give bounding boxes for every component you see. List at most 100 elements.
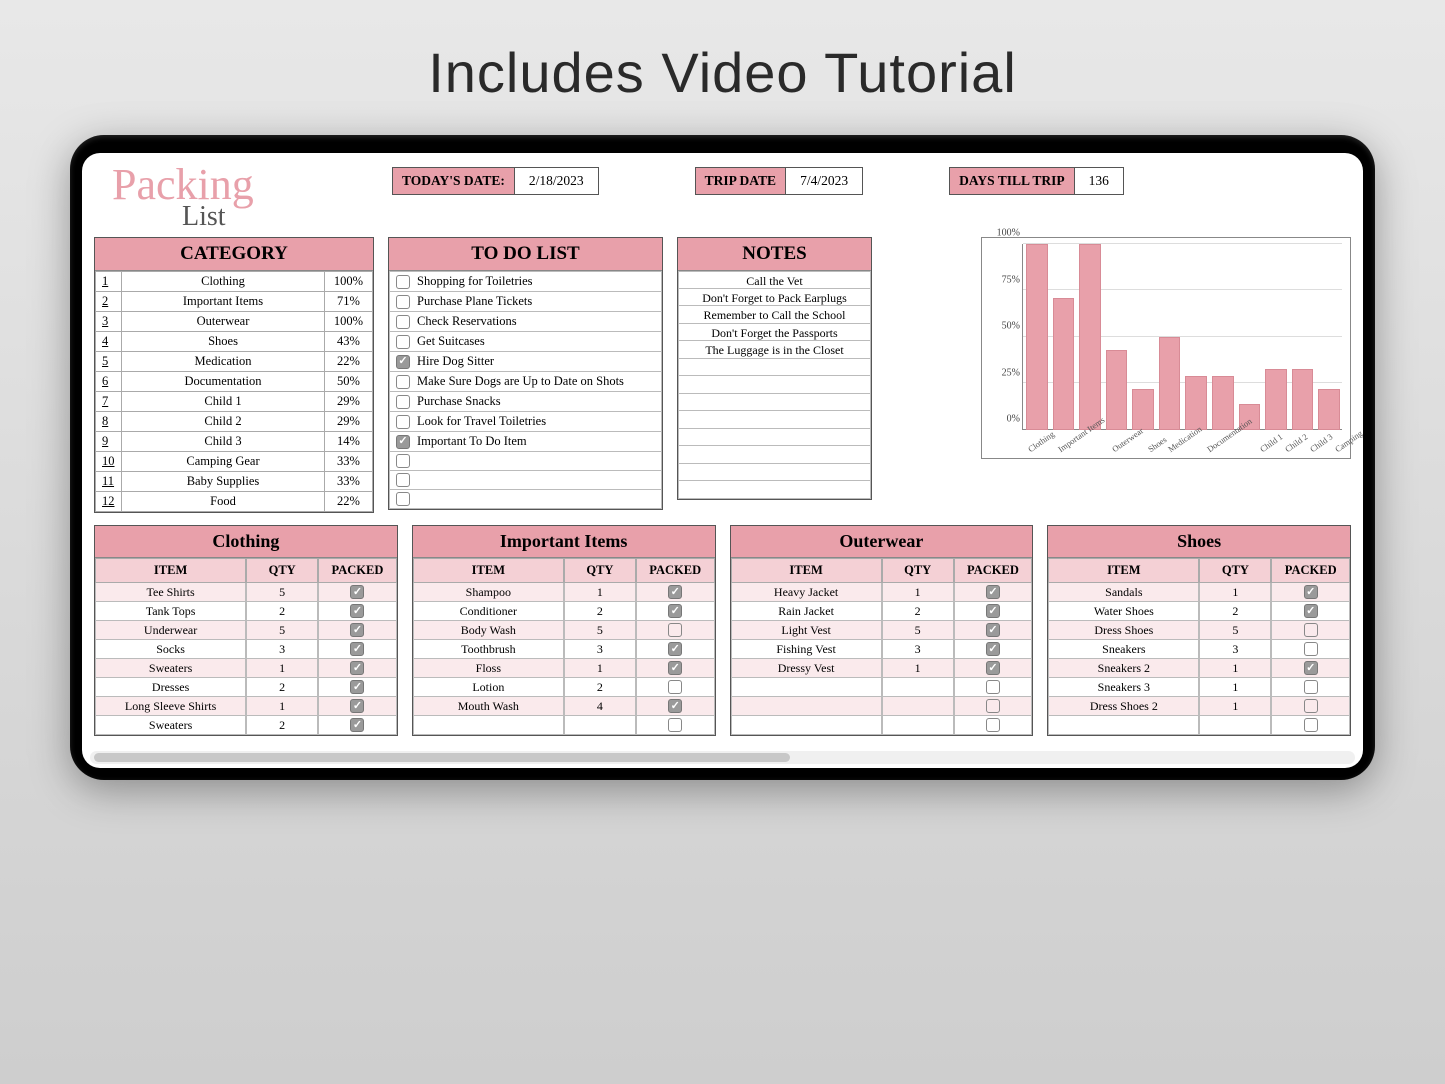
- checkbox-icon[interactable]: [668, 642, 682, 656]
- checkbox-icon[interactable]: [1304, 642, 1318, 656]
- scrollbar[interactable]: [90, 751, 1355, 764]
- checkbox-icon[interactable]: [1304, 661, 1318, 675]
- checkbox-icon[interactable]: [986, 699, 1000, 713]
- checkbox-icon[interactable]: [396, 415, 410, 429]
- item-row[interactable]: Lotion2: [413, 678, 715, 697]
- item-row[interactable]: Socks3: [95, 640, 397, 659]
- checkbox-icon[interactable]: [668, 661, 682, 675]
- checkbox-icon[interactable]: [668, 680, 682, 694]
- checkbox-icon[interactable]: [350, 623, 364, 637]
- item-row[interactable]: Underwear5: [95, 621, 397, 640]
- checkbox-icon[interactable]: [986, 604, 1000, 618]
- item-row[interactable]: Mouth Wash4: [413, 697, 715, 716]
- item-row[interactable]: Shampoo1: [413, 583, 715, 602]
- checkbox-icon[interactable]: [668, 604, 682, 618]
- todo-item[interactable]: Get Suitcases: [389, 332, 662, 352]
- checkbox-icon[interactable]: [986, 585, 1000, 599]
- note-item[interactable]: [678, 376, 871, 394]
- item-row[interactable]: Floss1: [413, 659, 715, 678]
- item-row[interactable]: Conditioner2: [413, 602, 715, 621]
- checkbox-icon[interactable]: [986, 623, 1000, 637]
- todo-item[interactable]: Hire Dog Sitter: [389, 352, 662, 372]
- todo-item[interactable]: Important To Do Item: [389, 432, 662, 452]
- checkbox-icon[interactable]: [396, 355, 410, 369]
- checkbox-icon[interactable]: [668, 623, 682, 637]
- item-row[interactable]: Sweaters1: [95, 659, 397, 678]
- item-row[interactable]: [1048, 716, 1350, 735]
- item-row[interactable]: Water Shoes2: [1048, 602, 1350, 621]
- todo-item[interactable]: Look for Travel Toiletries: [389, 412, 662, 432]
- checkbox-icon[interactable]: [396, 295, 410, 309]
- note-item[interactable]: Call the Vet: [678, 271, 871, 289]
- checkbox-icon[interactable]: [668, 718, 682, 732]
- checkbox-icon[interactable]: [396, 335, 410, 349]
- checkbox-icon[interactable]: [396, 395, 410, 409]
- checkbox-icon[interactable]: [350, 699, 364, 713]
- category-row[interactable]: 8Child 229%: [96, 412, 373, 432]
- note-item[interactable]: [678, 481, 871, 499]
- item-row[interactable]: Dress Shoes 21: [1048, 697, 1350, 716]
- checkbox-icon[interactable]: [1304, 718, 1318, 732]
- note-item[interactable]: [678, 394, 871, 412]
- checkbox-icon[interactable]: [350, 585, 364, 599]
- checkbox-icon[interactable]: [1304, 699, 1318, 713]
- todo-item[interactable]: Shopping for Toiletries: [389, 271, 662, 292]
- todo-item[interactable]: Purchase Plane Tickets: [389, 292, 662, 312]
- todo-item[interactable]: Purchase Snacks: [389, 392, 662, 412]
- note-item[interactable]: [678, 359, 871, 377]
- checkbox-icon[interactable]: [350, 718, 364, 732]
- item-row[interactable]: Rain Jacket2: [731, 602, 1033, 621]
- checkbox-icon[interactable]: [396, 315, 410, 329]
- checkbox-icon[interactable]: [350, 680, 364, 694]
- todo-item[interactable]: Check Reservations: [389, 312, 662, 332]
- checkbox-icon[interactable]: [350, 604, 364, 618]
- checkbox-icon[interactable]: [396, 492, 410, 506]
- category-row[interactable]: 4Shoes43%: [96, 332, 373, 352]
- item-row[interactable]: Body Wash5: [413, 621, 715, 640]
- todo-item[interactable]: [389, 490, 662, 509]
- item-row[interactable]: Sneakers3: [1048, 640, 1350, 659]
- checkbox-icon[interactable]: [986, 661, 1000, 675]
- item-row[interactable]: Sneakers 21: [1048, 659, 1350, 678]
- todo-item[interactable]: [389, 452, 662, 471]
- category-row[interactable]: 12Food22%: [96, 492, 373, 512]
- checkbox-icon[interactable]: [396, 473, 410, 487]
- item-row[interactable]: Tank Tops2: [95, 602, 397, 621]
- checkbox-icon[interactable]: [396, 435, 410, 449]
- category-table[interactable]: 1Clothing100%2Important Items71%3Outerwe…: [95, 271, 373, 512]
- note-item[interactable]: Don't Forget to Pack Earplugs: [678, 289, 871, 307]
- item-row[interactable]: Sneakers 31: [1048, 678, 1350, 697]
- checkbox-icon[interactable]: [350, 642, 364, 656]
- checkbox-icon[interactable]: [1304, 585, 1318, 599]
- checkbox-icon[interactable]: [396, 275, 410, 289]
- checkbox-icon[interactable]: [986, 718, 1000, 732]
- category-row[interactable]: 11Baby Supplies33%: [96, 472, 373, 492]
- category-row[interactable]: 3Outerwear100%: [96, 312, 373, 332]
- checkbox-icon[interactable]: [1304, 604, 1318, 618]
- item-row[interactable]: Dressy Vest1: [731, 659, 1033, 678]
- checkbox-icon[interactable]: [668, 699, 682, 713]
- note-item[interactable]: [678, 464, 871, 482]
- item-row[interactable]: Dress Shoes5: [1048, 621, 1350, 640]
- category-row[interactable]: 10Camping Gear33%: [96, 452, 373, 472]
- item-row[interactable]: [731, 697, 1033, 716]
- note-item[interactable]: Remember to Call the School: [678, 306, 871, 324]
- checkbox-icon[interactable]: [1304, 680, 1318, 694]
- checkbox-icon[interactable]: [986, 680, 1000, 694]
- note-item[interactable]: [678, 411, 871, 429]
- category-row[interactable]: 1Clothing100%: [96, 272, 373, 292]
- note-item[interactable]: [678, 429, 871, 447]
- todo-list[interactable]: Shopping for ToiletriesPurchase Plane Ti…: [389, 271, 662, 509]
- trip-value[interactable]: 7/4/2023: [786, 167, 863, 195]
- checkbox-icon[interactable]: [1304, 623, 1318, 637]
- item-row[interactable]: Sweaters2: [95, 716, 397, 735]
- item-row[interactable]: Light Vest5: [731, 621, 1033, 640]
- category-row[interactable]: 9Child 314%: [96, 432, 373, 452]
- note-item[interactable]: Don't Forget the Passports: [678, 324, 871, 342]
- item-row[interactable]: Heavy Jacket1: [731, 583, 1033, 602]
- checkbox-icon[interactable]: [396, 375, 410, 389]
- item-row[interactable]: [731, 678, 1033, 697]
- note-item[interactable]: The Luggage is in the Closet: [678, 341, 871, 359]
- item-row[interactable]: Toothbrush3: [413, 640, 715, 659]
- item-row[interactable]: Long Sleeve Shirts1: [95, 697, 397, 716]
